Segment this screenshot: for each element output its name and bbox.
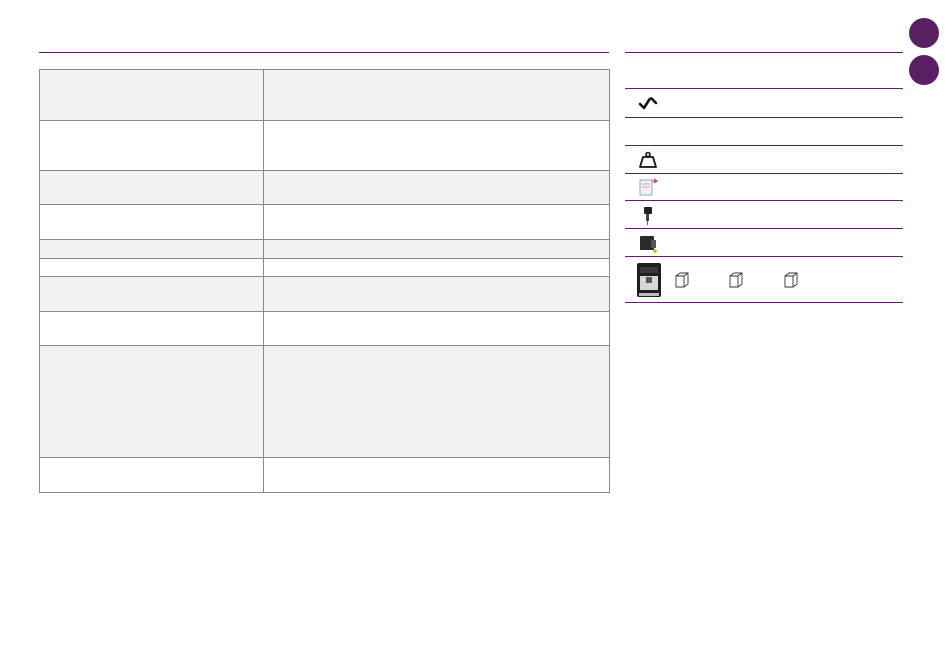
list-item bbox=[625, 229, 903, 257]
table-cell-value bbox=[263, 345, 610, 458]
dimension-cube-icon bbox=[784, 272, 798, 288]
table-cell-value bbox=[263, 120, 610, 171]
table-row bbox=[39, 276, 610, 312]
bean-container-icon bbox=[635, 231, 661, 255]
table-cell-label bbox=[39, 120, 264, 171]
table-cell-label bbox=[39, 276, 264, 312]
checkmark-icon bbox=[635, 91, 661, 115]
table-cell-value bbox=[263, 258, 610, 277]
water-tank-icon bbox=[635, 175, 661, 199]
dimension-cube-icon bbox=[729, 272, 743, 288]
table-cell-label bbox=[39, 311, 264, 346]
table-cell-label bbox=[39, 239, 264, 259]
table-cell-value bbox=[263, 69, 610, 121]
header-rule-left bbox=[39, 52, 609, 53]
table-row bbox=[39, 457, 610, 493]
milk-spout-icon bbox=[635, 203, 661, 227]
language-tab-circle-1[interactable] bbox=[909, 18, 939, 48]
table-cell-value bbox=[263, 239, 610, 259]
table-cell-value bbox=[263, 457, 610, 493]
list-item bbox=[625, 53, 903, 89]
feature-list bbox=[625, 52, 903, 303]
weight-icon bbox=[635, 148, 661, 172]
table-row bbox=[39, 69, 610, 121]
coffee-machine-icon bbox=[635, 260, 663, 300]
table-cell-label bbox=[39, 204, 264, 240]
list-item bbox=[625, 89, 903, 118]
table-row bbox=[39, 258, 610, 277]
dimension-cube-icon bbox=[675, 272, 689, 288]
table-cell-value bbox=[263, 276, 610, 312]
table-cell-label bbox=[39, 457, 264, 493]
table-cell-label bbox=[39, 170, 264, 205]
table-row bbox=[39, 345, 610, 458]
table-cell-label bbox=[39, 258, 264, 277]
table-cell-value bbox=[263, 204, 610, 240]
table-cell-label bbox=[39, 345, 264, 458]
table-cell-value bbox=[263, 170, 610, 205]
list-item bbox=[625, 174, 903, 201]
table-row bbox=[39, 311, 610, 346]
list-item bbox=[625, 146, 903, 174]
table-row bbox=[39, 170, 610, 205]
table-cell-label bbox=[39, 69, 264, 121]
list-item bbox=[625, 257, 903, 303]
list-item bbox=[625, 118, 903, 146]
table-cell-value bbox=[263, 311, 610, 346]
spec-table bbox=[39, 69, 610, 493]
language-tab-circle-2[interactable] bbox=[909, 55, 939, 85]
table-row bbox=[39, 204, 610, 240]
table-row bbox=[39, 120, 610, 171]
list-item bbox=[625, 201, 903, 229]
table-row bbox=[39, 239, 610, 259]
